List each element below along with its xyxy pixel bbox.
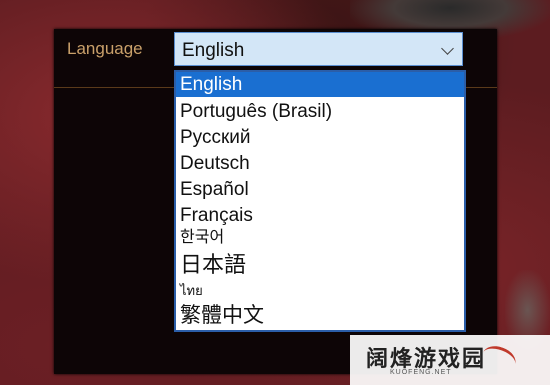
watermark-subtext: KUOFENG.NET <box>390 369 452 376</box>
language-option-traditional-chinese[interactable]: 繁體中文 <box>176 301 464 330</box>
language-option-french[interactable]: Français <box>176 204 464 228</box>
chevron-down-icon[interactable] <box>441 42 454 55</box>
language-select[interactable]: English <box>174 32 463 66</box>
language-option-korean[interactable]: 한국어 <box>176 228 464 248</box>
language-select-value: English <box>182 40 245 61</box>
language-option-portuguese-brasil[interactable]: Português (Brasil) <box>176 100 464 124</box>
language-option-german[interactable]: Deutsch <box>176 152 464 176</box>
language-option-japanese[interactable]: 日本語 <box>176 250 464 280</box>
language-option-spanish[interactable]: Español <box>176 178 464 202</box>
language-option-english[interactable]: English <box>176 72 464 97</box>
language-label: Language <box>67 39 143 58</box>
watermark: 阔烽游戏园 KUOFENG.NET <box>350 335 550 385</box>
language-dropdown-list: English Português (Brasil) Русский Deuts… <box>174 70 466 332</box>
language-option-russian[interactable]: Русский <box>176 126 464 150</box>
language-option-thai[interactable]: ไทย <box>176 281 464 301</box>
